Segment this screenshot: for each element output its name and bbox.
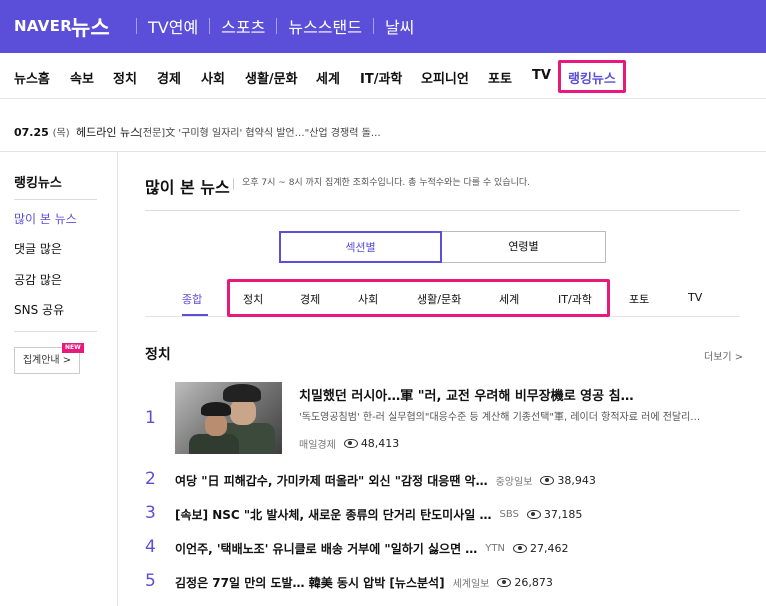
title-divider	[145, 210, 740, 211]
category-world[interactable]: 세계	[316, 68, 340, 87]
thumbnail-figure	[223, 384, 261, 402]
category-politics[interactable]: 정치	[113, 68, 137, 87]
sidebar-border	[117, 152, 118, 606]
rank-number: 1	[145, 408, 156, 428]
view-count-value: 38,943	[557, 474, 596, 487]
sidebar-item-most-viewed[interactable]: 많이 본 뉴스	[14, 210, 77, 227]
sidebar-divider	[14, 199, 97, 200]
section-subtabs-highlight	[227, 279, 610, 317]
article-source: 중앙일보	[495, 477, 533, 488]
view-count-value: 48,413	[360, 437, 400, 450]
article-meta: 매일경제 48,413	[299, 436, 399, 451]
view-count: 48,413	[336, 437, 400, 450]
nav-divider	[372, 18, 374, 34]
sidebar-item-most-comments[interactable]: 댓글 많은	[14, 240, 62, 257]
list-item: 여당 "日 피해갑수, 가미카제 떠올라" 외신 "감정 대응땐 악… 중앙일보…	[175, 472, 596, 489]
view-count-value: 27,462	[530, 542, 569, 555]
view-count: 38,943	[532, 474, 596, 487]
view-count: 27,462	[505, 542, 569, 555]
page-title: 많이 본 뉴스	[145, 178, 230, 197]
eye-icon	[526, 510, 541, 519]
article-title[interactable]: 치밀했던 러시아…軍 "러, 교전 우려해 비무장機로 영공 침…	[299, 385, 634, 404]
top-nav-weather[interactable]: 날씨	[385, 14, 414, 38]
ticker-headline[interactable]: [전문]文 '구미형 일자리' 협약식 발언…"산업 경쟁력 돌…	[139, 124, 381, 139]
eye-icon	[513, 544, 527, 553]
segment-by-section[interactable]: 섹션별	[279, 231, 442, 263]
article-summary[interactable]: '독도영공침범' 한-러 실무협의"대응수준 등 계산해 기종선택"軍, 레이더…	[299, 408, 739, 423]
rank-number: 5	[145, 571, 156, 591]
sidebar-title: 랭킹뉴스	[14, 176, 62, 191]
category-it-science[interactable]: IT/과학	[360, 68, 402, 87]
category-tv[interactable]: TV	[532, 68, 551, 83]
category-opinion[interactable]: 오피니언	[421, 68, 469, 87]
thumbnail-figure	[201, 402, 231, 416]
ticker-label[interactable]: 헤드라인 뉴스	[76, 124, 140, 140]
article-source: YTN	[485, 543, 505, 554]
category-nav: 뉴스홈 속보 정치 경제 사회 생활/문화 세계 IT/과학 오피니언 포토 T…	[0, 53, 766, 99]
ticker-day: (목)	[52, 128, 70, 139]
category-photo[interactable]: 포토	[488, 68, 512, 87]
page-description: 오후 7시 ~ 8시 까지 집계한 조회수입니다. 총 누적수와는 다를 수 있…	[233, 178, 530, 190]
section-title: 정치	[145, 347, 171, 363]
rank-number: 3	[145, 503, 156, 523]
subtab-photo[interactable]: 포토	[629, 291, 649, 307]
article-title[interactable]: 여당 "日 피해갑수, 가미카제 떠올라" 외신 "감정 대응땐 악…	[175, 472, 488, 489]
news-home-title[interactable]: 뉴스	[71, 12, 110, 42]
list-item: [속보] NSC "北 발사체, 새로운 종류의 단거리 탄도미사일 … SBS…	[175, 506, 582, 523]
segment-by-age[interactable]: 연령별	[442, 231, 606, 263]
thumbnail-figure	[230, 399, 256, 425]
naver-logo[interactable]: NAVER	[14, 17, 72, 35]
category-news-home[interactable]: 뉴스홈	[14, 68, 50, 87]
sidebar-item-sns-share[interactable]: SNS 공유	[14, 301, 64, 318]
eye-icon	[497, 578, 512, 587]
sidebar-divider	[14, 331, 97, 332]
view-count: 26,873	[489, 576, 553, 589]
article-title[interactable]: 김정은 77일 만의 도발… 韓美 동시 압박 [뉴스분석]	[175, 574, 445, 591]
headline-ticker: 07.25 (목) 헤드라인 뉴스 [전문]文 '구미형 일자리' 협약식 발언…	[0, 99, 766, 152]
ranking-news-highlight	[558, 60, 626, 93]
nav-divider	[209, 18, 211, 34]
rank-number: 2	[145, 469, 156, 489]
top-nav-newsstand[interactable]: 뉴스스탠드	[288, 14, 362, 38]
article-title[interactable]: 이언주, '택배노조' 유니클로 배송 거부에 "일하기 싫으면 …	[175, 540, 477, 557]
subtab-all[interactable]: 종합	[182, 291, 202, 307]
sidebar: 랭킹뉴스 많이 본 뉴스 댓글 많은 공감 많은 SNS 공유 집계안내 > N…	[14, 152, 117, 606]
sidebar-item-most-liked[interactable]: 공감 많은	[14, 271, 62, 288]
rank-number: 4	[145, 537, 156, 557]
view-count: 37,185	[519, 508, 583, 521]
ticker-date-value: 07.25	[14, 126, 49, 139]
category-breaking[interactable]: 속보	[70, 68, 94, 87]
top-header: NAVER 뉴스 TV연예 스포츠 뉴스스탠드 날씨	[0, 0, 766, 53]
article-source: 세계일보	[452, 579, 490, 590]
article-source: SBS	[499, 509, 519, 520]
nav-divider	[276, 18, 278, 34]
list-item: 이언주, '택배노조' 유니클로 배송 거부에 "일하기 싫으면 … YTN 2…	[175, 540, 569, 557]
top-nav-sports[interactable]: 스포츠	[221, 14, 265, 38]
subtab-tv[interactable]: TV	[688, 291, 702, 304]
view-count-value: 37,185	[543, 508, 583, 521]
top-nav: TV연예 스포츠 뉴스스탠드 날씨	[125, 14, 414, 38]
ticker-date: 07.25 (목)	[14, 124, 70, 139]
thumbnail-figure	[205, 414, 227, 436]
view-count-value: 26,873	[514, 576, 553, 589]
article-thumbnail[interactable]	[175, 382, 282, 454]
article-title[interactable]: [속보] NSC "北 발사체, 새로운 종류의 단거리 탄도미사일 …	[175, 506, 491, 523]
top-nav-tv-entertainment[interactable]: TV연예	[148, 14, 198, 38]
category-economy[interactable]: 경제	[157, 68, 181, 87]
thumbnail-figure	[189, 434, 239, 454]
category-society[interactable]: 사회	[201, 68, 225, 87]
article-source: 매일경제	[299, 440, 336, 451]
nav-divider	[136, 18, 137, 34]
eye-icon	[540, 476, 555, 485]
more-link[interactable]: 더보기 >	[704, 348, 743, 363]
eye-icon	[343, 439, 358, 448]
list-item: 김정은 77일 만의 도발… 韓美 동시 압박 [뉴스분석] 세계일보 26,8…	[175, 574, 553, 591]
category-life-culture[interactable]: 생활/문화	[245, 68, 298, 87]
new-badge: NEW	[62, 343, 84, 353]
